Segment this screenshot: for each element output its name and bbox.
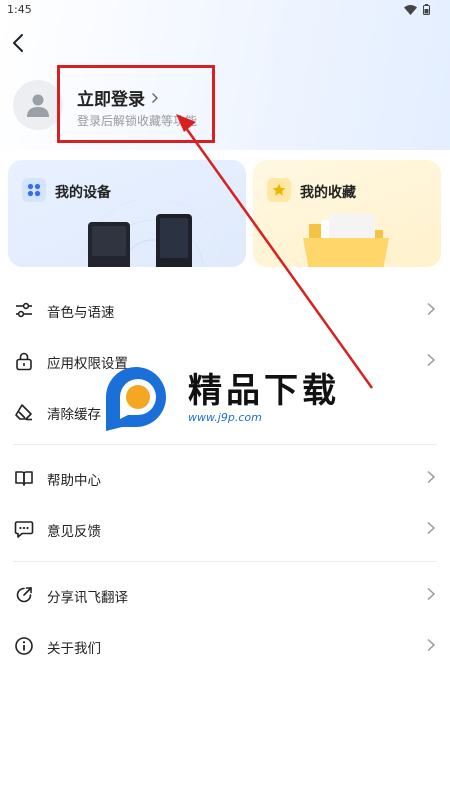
status-time: 1:45: [7, 3, 32, 16]
folder-illustration: [303, 214, 389, 267]
chat-icon: [14, 521, 34, 538]
menu-label: 关于我们: [47, 641, 101, 657]
menu-item-share[interactable]: 分享讯飞翻译: [0, 571, 450, 619]
divider: [13, 561, 437, 562]
my-favorites-card[interactable]: 我的收藏: [253, 160, 441, 267]
back-button[interactable]: [8, 32, 30, 54]
chevron-right-icon: [427, 353, 436, 367]
menu-item-voice-speed[interactable]: 音色与语速: [0, 286, 450, 334]
menu-item-help-center[interactable]: 帮助中心: [0, 454, 450, 502]
battery-icon: [423, 4, 430, 15]
j9p-logo-icon: [106, 367, 166, 431]
menu-label: 帮助中心: [47, 473, 101, 489]
user-icon: [27, 94, 49, 117]
menu-label: 音色与语速: [47, 305, 115, 321]
chevron-right-icon: [427, 302, 436, 316]
menu-item-about[interactable]: 关于我们: [0, 622, 450, 670]
menu-label: 清除缓存: [47, 407, 101, 423]
divider: [13, 444, 437, 445]
watermark: 精品下载 www.j9p.com: [96, 355, 356, 435]
eraser-icon: [15, 404, 32, 421]
chevron-right-icon: [427, 587, 436, 601]
chevron-right-icon: [427, 638, 436, 652]
status-icons: [404, 4, 430, 15]
chevron-right-icon: [427, 470, 436, 484]
sliders-icon: [16, 302, 32, 318]
star-icon: [267, 178, 291, 202]
book-icon: [15, 471, 33, 486]
my-devices-card[interactable]: 我的设备: [8, 160, 246, 267]
share-icon: [16, 587, 32, 603]
avatar[interactable]: [13, 80, 63, 130]
back-arrow-icon: [13, 34, 23, 52]
menu-label: 意见反馈: [47, 524, 101, 540]
highlight-box: [57, 65, 215, 143]
watermark-url: www.j9p.com: [188, 411, 262, 424]
my-favorites-title: 我的收藏: [300, 185, 356, 201]
grid-icon: [22, 178, 46, 202]
info-icon: [15, 637, 33, 655]
my-devices-title: 我的设备: [55, 185, 111, 201]
watermark-text: 精品下载: [188, 371, 340, 411]
device-illustration: [80, 200, 226, 267]
status-bar: 1:45: [0, 0, 450, 20]
wifi-icon: [404, 4, 417, 15]
menu-item-feedback[interactable]: 意见反馈: [0, 505, 450, 553]
lock-icon: [16, 352, 32, 371]
chevron-right-icon: [427, 521, 436, 535]
menu-label: 分享讯飞翻译: [47, 590, 128, 606]
